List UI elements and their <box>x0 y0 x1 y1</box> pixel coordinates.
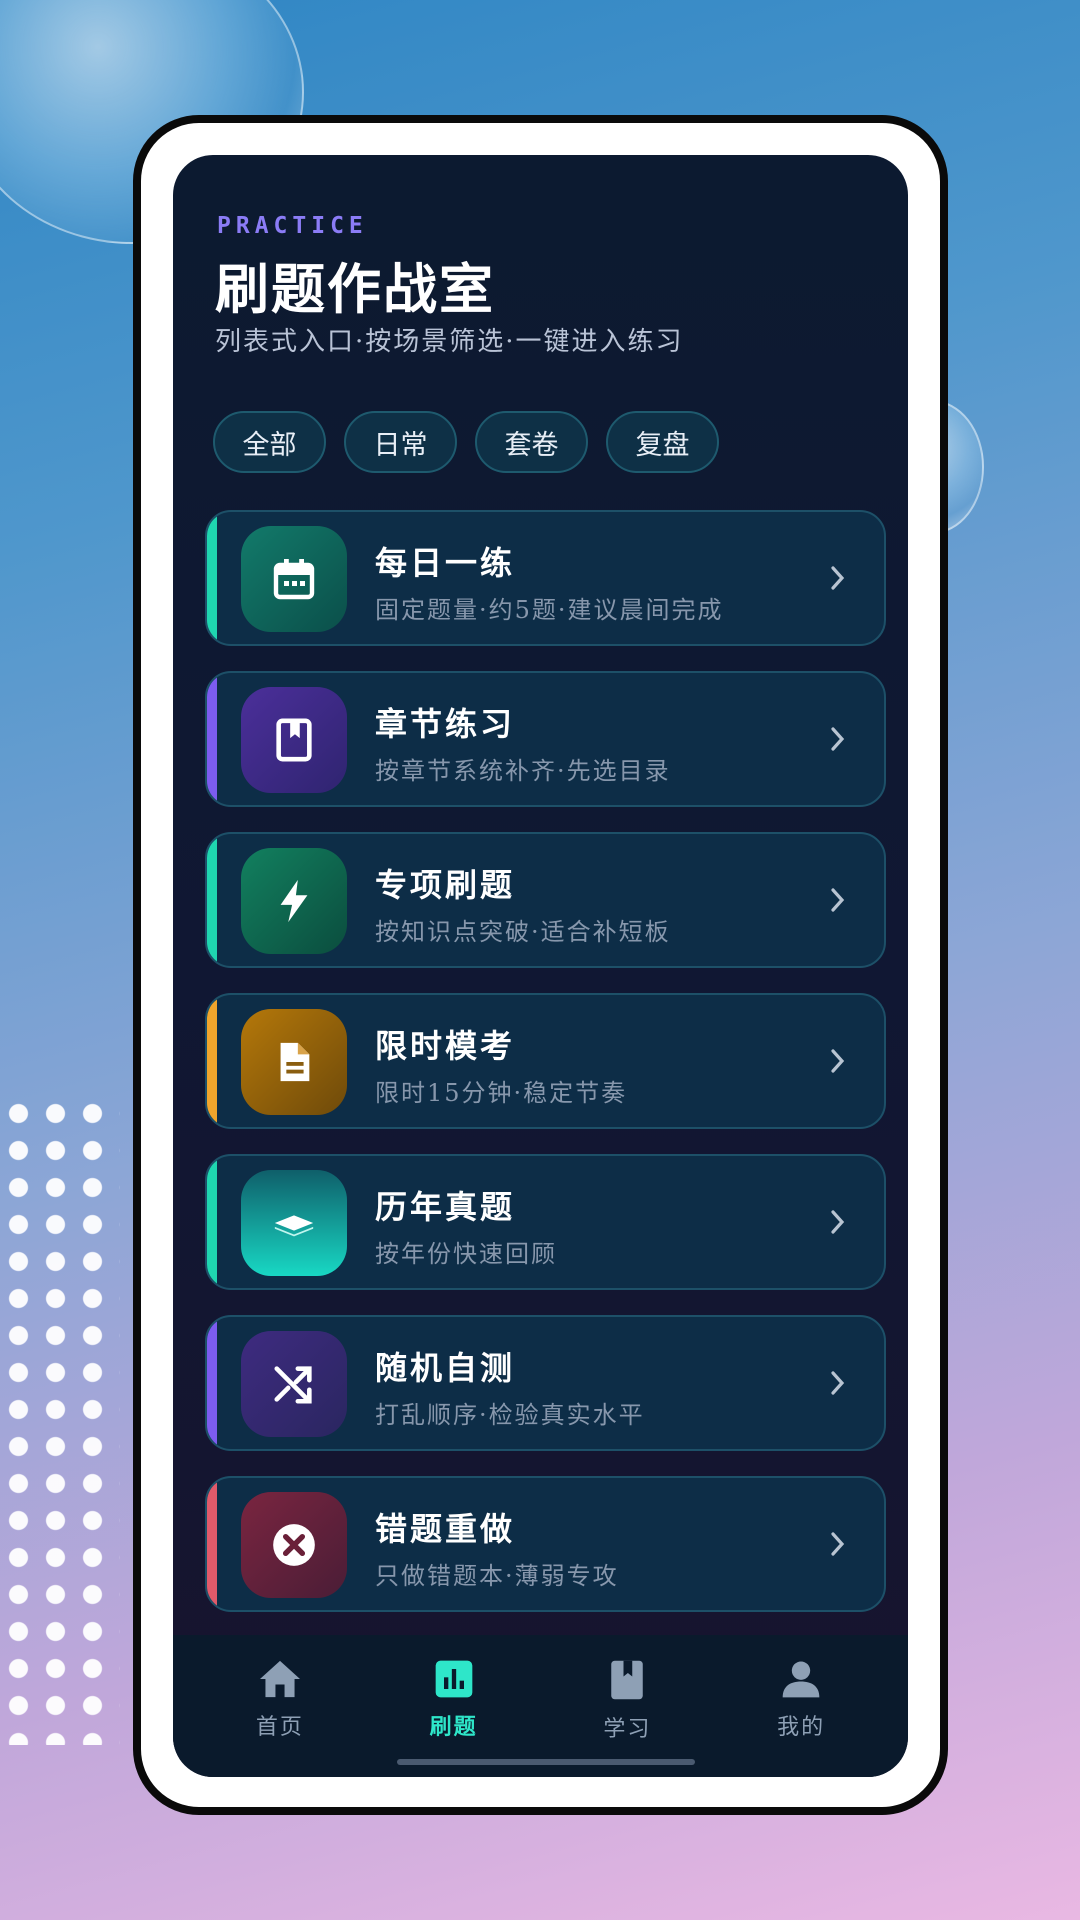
close-circle-icon <box>241 1492 347 1598</box>
practice-item-chapter[interactable]: 章节练习 按章节系统补齐·先选目录 <box>205 671 886 807</box>
chart-icon <box>435 1660 472 1698</box>
practice-list: 每日一练 固定题量·约5题·建议晨间完成 章节练习 按章节系统补齐·先选目录 专… <box>205 510 886 1677</box>
item-description: 打乱顺序·检验真实水平 <box>375 1401 645 1429</box>
phone-frame: PRACTICE 刷题作战室 列表式入口·按场景筛选·一键进入练习 全部 日常 … <box>133 115 948 1815</box>
item-title: 章节练习 <box>375 705 516 743</box>
item-description: 固定题量·约5题·建议晨间完成 <box>375 596 724 624</box>
tab-label: 首页 <box>255 1715 304 1740</box>
practice-item-daily[interactable]: 每日一练 固定题量·约5题·建议晨间完成 <box>205 510 886 646</box>
item-title: 随机自测 <box>375 1349 516 1387</box>
tab-practice[interactable]: 刷题 <box>394 1635 514 1777</box>
practice-item-random-test[interactable]: 随机自测 打乱顺序·检验真实水平 <box>205 1315 886 1451</box>
accent-stripe <box>207 673 217 805</box>
filter-chip-paper[interactable]: 套卷 <box>475 411 588 473</box>
practice-item-past-papers[interactable]: 历年真题 按年份快速回顾 <box>205 1154 886 1290</box>
chevron-right-icon <box>831 1210 845 1234</box>
chevron-right-icon <box>831 727 845 751</box>
item-title: 历年真题 <box>375 1188 516 1226</box>
tab-study[interactable]: 学习 <box>567 1635 687 1777</box>
layers-icon <box>241 1170 347 1276</box>
book-icon <box>611 1660 644 1700</box>
filter-chip-all[interactable]: 全部 <box>213 411 326 473</box>
tab-label: 刷题 <box>429 1714 478 1740</box>
accent-stripe <box>207 995 217 1127</box>
item-description: 按年份快速回顾 <box>375 1240 557 1268</box>
home-icon <box>259 1660 300 1698</box>
chevron-right-icon <box>831 1371 845 1395</box>
accent-stripe <box>207 834 217 966</box>
decorative-dot-pattern <box>0 1095 120 1745</box>
tab-home[interactable]: 首页 <box>220 1635 340 1777</box>
accent-stripe <box>207 1156 217 1288</box>
lightning-icon <box>241 848 347 954</box>
calendar-icon <box>241 526 347 632</box>
accent-stripe <box>207 512 217 644</box>
section-eyebrow: PRACTICE <box>217 213 368 239</box>
chevron-right-icon <box>831 888 845 912</box>
page-title: 刷题作战室 <box>215 257 495 321</box>
practice-item-special[interactable]: 专项刷题 按知识点突破·适合补短板 <box>205 832 886 968</box>
chevron-right-icon <box>831 1532 845 1556</box>
item-title: 错题重做 <box>375 1510 516 1548</box>
user-icon <box>782 1661 820 1698</box>
item-title: 限时模考 <box>375 1027 516 1065</box>
item-description: 限时15分钟·稳定节奏 <box>375 1079 628 1107</box>
filter-chips: 全部 日常 套卷 复盘 <box>213 411 719 473</box>
item-description: 按知识点突破·适合补短板 <box>375 918 671 946</box>
item-description: 按章节系统补齐·先选目录 <box>375 757 671 785</box>
accent-stripe <box>207 1317 217 1449</box>
accent-stripe <box>207 1478 217 1610</box>
tab-label: 学习 <box>603 1717 652 1742</box>
book-icon <box>241 687 347 793</box>
shuffle-icon <box>241 1331 347 1437</box>
practice-item-mistakes[interactable]: 错题重做 只做错题本·薄弱专攻 <box>205 1476 886 1612</box>
item-title: 专项刷题 <box>375 866 516 904</box>
chevron-right-icon <box>831 566 845 590</box>
tab-profile[interactable]: 我的 <box>741 1635 861 1777</box>
bottom-tab-bar: 首页 刷题 学习 我的 <box>173 1635 908 1777</box>
chevron-right-icon <box>831 1049 845 1073</box>
document-icon <box>241 1009 347 1115</box>
item-title: 每日一练 <box>375 544 516 582</box>
practice-item-mock-exam[interactable]: 限时模考 限时15分钟·稳定节奏 <box>205 993 886 1129</box>
page-subtitle: 列表式入口·按场景筛选·一键进入练习 <box>215 327 684 357</box>
tab-label: 我的 <box>777 1715 826 1740</box>
home-indicator[interactable] <box>397 1759 695 1765</box>
filter-chip-review[interactable]: 复盘 <box>606 411 719 473</box>
app-screen: PRACTICE 刷题作战室 列表式入口·按场景筛选·一键进入练习 全部 日常 … <box>173 155 908 1777</box>
item-description: 只做错题本·薄弱专攻 <box>375 1562 619 1590</box>
filter-chip-daily[interactable]: 日常 <box>344 411 457 473</box>
